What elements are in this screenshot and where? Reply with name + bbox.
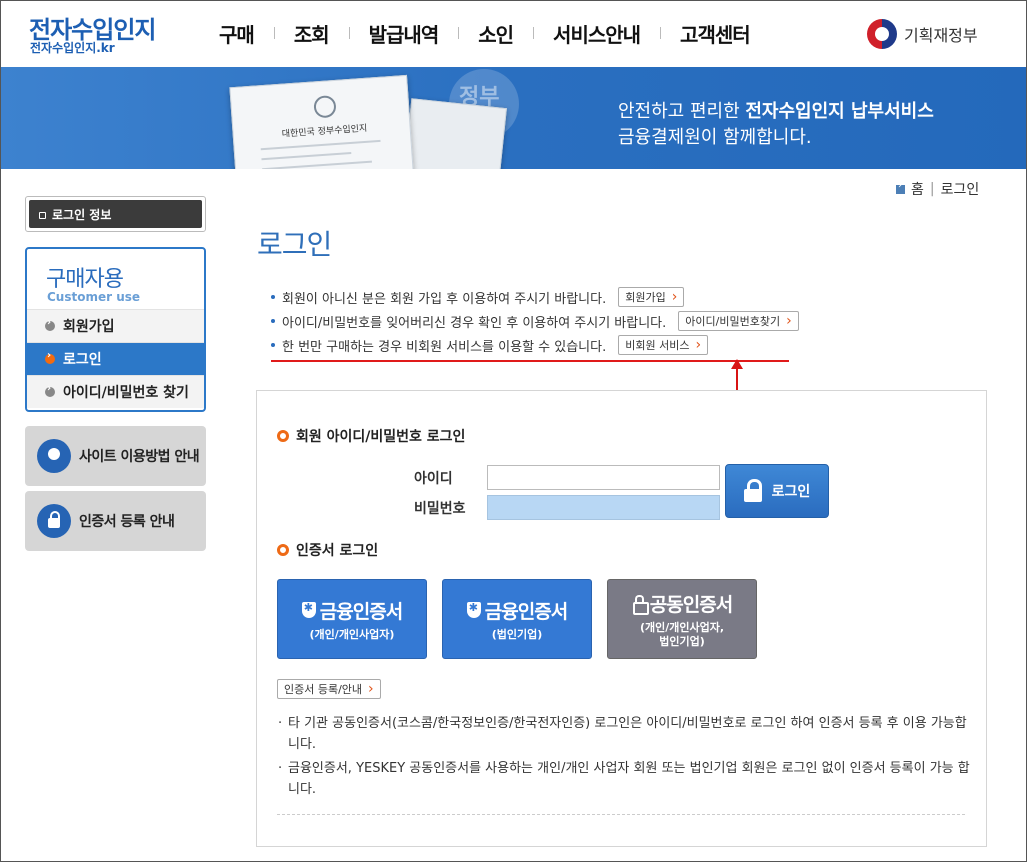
page-title: 로그인 (257, 228, 332, 261)
gov-logo[interactable]: 기획재정부 (867, 19, 978, 49)
cert-register-button[interactable]: 인증서 등록/안내 (277, 679, 381, 699)
lock-icon (632, 595, 649, 615)
password-label: 비밀번호 (414, 501, 466, 517)
chevron-right-icon (45, 350, 55, 364)
banner-headline: 안전하고 편리한 전자수입인지 납부서비스 (618, 101, 934, 122)
nav-item-inquiry[interactable]: 조회 (273, 19, 349, 48)
info-list: 회원이 아니신 분은 회원 가입 후 이용하여 주시기 바랍니다. 회원가입 아… (271, 285, 799, 357)
signup-button[interactable]: 회원가입 (618, 287, 685, 307)
login-info-button[interactable]: 로그인 정보 (25, 196, 206, 232)
cert-login-heading: 인증서 로그인 (277, 540, 378, 560)
guest-service-button[interactable]: 비회원 서비스 (618, 335, 709, 355)
joint-cert-button[interactable]: 공동인증서 (개인/개인사업자, 법인기업) (607, 579, 757, 659)
circle-bullet-icon (277, 544, 289, 556)
gov-name: 기획재정부 (904, 26, 978, 45)
financial-cert-corporate-button[interactable]: 금융인증서 (법인기업) (442, 579, 592, 659)
site-logo-url[interactable]: 전자수입인지.kr (30, 39, 115, 56)
cert-guide-button[interactable]: 인증서 등록 안내 (25, 491, 206, 551)
banner-subline: 금융결제원이 함께합니다. (618, 127, 812, 148)
id-label: 아이디 (414, 471, 453, 487)
bullet-dot (271, 343, 275, 347)
financial-cert-personal-button[interactable]: 금융인증서 (개인/개인사업자) (277, 579, 427, 659)
breadcrumb: 홈 | 로그인 (896, 179, 979, 199)
lock-icon (37, 504, 71, 538)
site-header: 전자수입인지 전자수입인지.kr 구매 조회 발급내역 소인 서비스안내 고객센… (1, 1, 1026, 67)
note-item: 금융인증서, YESKEY 공동인증서를 사용하는 개인/개인 사업자 회원 또… (278, 758, 978, 800)
headset-icon (37, 439, 71, 473)
shield-icon (466, 601, 481, 618)
bullet-dot (271, 319, 275, 323)
hero-banner: 정부 대한민국 정부수입인지 안전하고 편리한 전자수입인지 납부서비스 금융결… (1, 67, 1026, 169)
site-guide-button[interactable]: 사이트 이용방법 안내 (25, 426, 206, 486)
padlock-icon (743, 479, 762, 503)
document-title: 대한민국 정부수입인지 (281, 123, 368, 140)
document-line (260, 139, 381, 151)
nav-item-support[interactable]: 고객센터 (660, 19, 770, 48)
stamp-document-image (403, 98, 507, 169)
chevron-right-icon (45, 383, 55, 397)
divider (277, 814, 965, 815)
breadcrumb-current: 로그인 (940, 182, 980, 198)
nav-item-purchase[interactable]: 구매 (199, 19, 274, 48)
sidebar-menu: 구매자용 Customer use 회원가입 로그인 아이디/비밀번호 찾기 (25, 247, 206, 412)
member-login-heading: 회원 아이디/비밀번호 로그인 (277, 426, 465, 446)
list-item: 회원이 아니신 분은 회원 가입 후 이용하여 주시기 바랍니다. 회원가입 (271, 285, 799, 309)
list-item: 아이디/비밀번호를 잊어버리신 경우 확인 후 이용하여 주시기 바랍니다. 아… (271, 309, 799, 333)
nav-item-service[interactable]: 서비스안내 (533, 19, 660, 48)
id-input[interactable] (487, 465, 720, 490)
stamp-document-image: 대한민국 정부수입인지 (229, 74, 415, 169)
nav-item-history[interactable]: 발급내역 (348, 19, 459, 48)
sidebar-item-signup[interactable]: 회원가입 (27, 309, 204, 342)
circle-bullet-icon (277, 430, 289, 442)
taegeuk-emblem-icon (867, 19, 897, 49)
find-account-button[interactable]: 아이디/비밀번호찾기 (678, 311, 799, 331)
bullet-dot (271, 295, 275, 299)
login-button[interactable]: 로그인 (725, 464, 829, 518)
sidebar-item-login[interactable]: 로그인 (27, 342, 204, 375)
sidebar-item-find-account[interactable]: 아이디/비밀번호 찾기 (27, 375, 204, 408)
sidebar-title: 구매자용 (46, 267, 124, 292)
breadcrumb-home[interactable]: 홈 (911, 179, 924, 199)
chevron-right-icon (45, 317, 55, 331)
lock-icon (39, 211, 46, 219)
list-item: 한 번만 구매하는 경우 비회원 서비스를 이용할 수 있습니다. 비회원 서비… (271, 333, 799, 357)
note-item: 타 기관 공동인증서(코스콤/한국정보인증/한국전자인증) 로그인은 아이디/비… (278, 713, 978, 755)
home-arrow-icon (896, 180, 905, 194)
shield-icon (301, 601, 316, 618)
cert-notes: 타 기관 공동인증서(코스콤/한국정보인증/한국전자인증) 로그인은 아이디/비… (278, 713, 978, 803)
document-line (262, 160, 372, 169)
seal-icon (313, 94, 337, 119)
main-nav: 구매 조회 발급내역 소인 서비스안내 고객센터 (199, 19, 770, 48)
password-input[interactable] (487, 495, 720, 520)
sidebar-subtitle: Customer use (47, 290, 141, 304)
nav-item-cancel[interactable]: 소인 (458, 19, 533, 48)
highlight-underline (271, 360, 789, 362)
breadcrumb-separator: | (929, 181, 935, 197)
document-line (261, 152, 352, 161)
